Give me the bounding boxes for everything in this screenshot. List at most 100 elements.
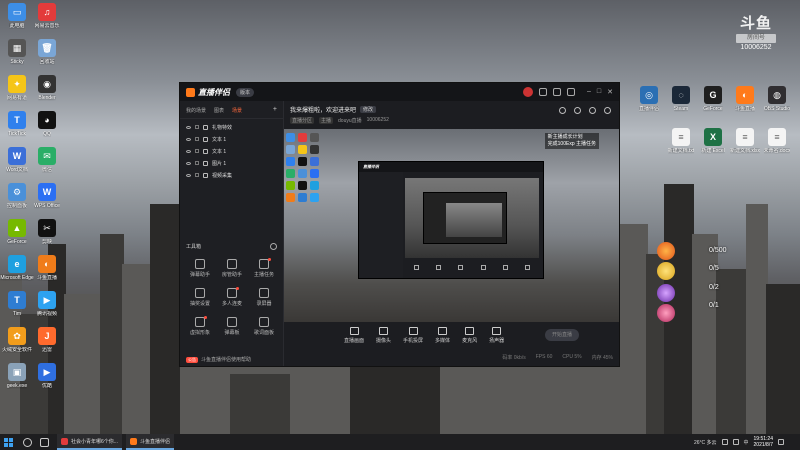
- lock-icon[interactable]: [195, 137, 199, 141]
- share-icon[interactable]: [604, 107, 611, 114]
- start-live-button[interactable]: 开始直播: [545, 329, 579, 341]
- tool-button[interactable]: 弹幕助手: [184, 259, 216, 278]
- desktop-icon[interactable]: W Word文档: [0, 147, 34, 173]
- add-scene-icon[interactable]: +: [273, 106, 277, 114]
- eye-icon[interactable]: [186, 125, 191, 129]
- message-icon[interactable]: [552, 88, 561, 96]
- source-button[interactable]: 扬声器: [489, 326, 504, 344]
- weather[interactable]: 26°C 多云: [694, 439, 717, 446]
- settings-icon[interactable]: [566, 88, 575, 96]
- tab-charts[interactable]: 图表: [214, 107, 224, 114]
- taskbar-app-browser[interactable]: 社会小青年哪6个你...: [57, 434, 122, 450]
- desktop-icon[interactable]: ◕ QQ: [30, 111, 64, 137]
- eye-icon[interactable]: [186, 149, 191, 153]
- scene-item[interactable]: 视频采集: [180, 169, 283, 181]
- gift-icon[interactable]: [559, 107, 566, 114]
- source-button[interactable]: 多媒体: [435, 326, 450, 344]
- volume-icon[interactable]: [732, 439, 739, 445]
- notice-bar[interactable]: 公告 斗鱼直播伴侣使用帮助: [186, 356, 277, 363]
- coin-icon[interactable]: [657, 262, 675, 280]
- lock-icon[interactable]: [195, 125, 199, 129]
- douyu-watermark: 斗鱼 房间号 10006252: [732, 12, 780, 51]
- desktop-icon[interactable]: ◍ OBS Studio: [760, 86, 794, 112]
- desktop-icon[interactable]: ▶ 优酷: [30, 363, 64, 389]
- desktop-icon[interactable]: ◐ 斗鱼直播: [728, 86, 762, 112]
- start-button[interactable]: [4, 437, 13, 447]
- lock-icon[interactable]: [195, 149, 199, 153]
- tool-button[interactable]: 抽奖设置: [184, 288, 216, 307]
- heart-icon[interactable]: [657, 304, 675, 322]
- skin-icon[interactable]: [538, 88, 547, 96]
- tool-button[interactable]: 主播任务: [248, 258, 280, 278]
- source-button[interactable]: 摄像头: [376, 326, 391, 344]
- eye-icon[interactable]: [186, 161, 191, 165]
- desktop-icon[interactable]: ▶ 腾讯视频: [30, 291, 64, 317]
- lock-icon[interactable]: [195, 161, 199, 165]
- fans-icon[interactable]: [589, 107, 596, 114]
- version-pill[interactable]: 版本: [236, 87, 255, 97]
- desktop-icon[interactable]: ✿ 火绒安全软件: [0, 327, 34, 353]
- desktop-icon[interactable]: ≡ 新建文档.txt: [664, 128, 698, 154]
- desktop-icon[interactable]: T Tim: [0, 291, 34, 317]
- desktop-icon-label: 回收站: [39, 59, 55, 65]
- more-icon[interactable]: [270, 243, 277, 250]
- desktop-icon[interactable]: ✂ 剪映: [30, 219, 64, 245]
- source-button[interactable]: 手机投屏: [403, 326, 423, 344]
- desktop-icon[interactable]: ▲ GeForce: [0, 219, 34, 245]
- close-icon[interactable]: ✕: [607, 88, 613, 96]
- clock[interactable]: 19:51:24 2021/8/7: [754, 436, 773, 448]
- desktop-icon[interactable]: ▣ geek.exe: [0, 363, 34, 389]
- task-view-icon[interactable]: [40, 437, 49, 447]
- desktop-icon[interactable]: ▦ Sticky: [0, 39, 34, 65]
- eye-icon[interactable]: [186, 173, 191, 177]
- desktop-icon[interactable]: ≡ 新建文档.xlsx: [728, 128, 762, 154]
- desktop-icon[interactable]: ⚙ 控制面板: [0, 183, 34, 209]
- desktop-icon[interactable]: 🗑 回收站: [30, 39, 64, 65]
- source-button[interactable]: 麦克风: [462, 326, 477, 344]
- tab-my-scenes[interactable]: 我的场景: [186, 107, 206, 114]
- scene-item[interactable]: 文本 1: [180, 145, 283, 157]
- tool-button[interactable]: 房管助手: [216, 259, 248, 278]
- desktop-icon[interactable]: ✉ 微信: [30, 147, 64, 173]
- tool-button[interactable]: 录屏器: [248, 288, 280, 307]
- scene-item[interactable]: 图片 1: [180, 157, 283, 169]
- stream-preview[interactable]: 直播伴侣 新主播成长计划 完成100Exp 主播任务: [284, 129, 619, 322]
- ime-indicator[interactable]: 中: [744, 439, 749, 446]
- desktop-icon[interactable]: T TickTick: [0, 111, 34, 137]
- desktop-icon[interactable]: ◉ Blender: [30, 75, 64, 101]
- tool-button[interactable]: 歌词面板: [248, 317, 280, 336]
- eye-icon[interactable]: [186, 137, 191, 141]
- desktop-icon[interactable]: ✦ 网易有道: [0, 75, 34, 101]
- desktop-icon[interactable]: ◎ 直播伴侣: [632, 86, 666, 112]
- maximize-icon[interactable]: □: [597, 88, 601, 96]
- source-type-icon: [203, 148, 208, 154]
- tab-scenes[interactable]: 场景: [232, 107, 242, 114]
- desktop-icon[interactable]: e Microsoft Edge: [0, 255, 34, 281]
- minimize-icon[interactable]: –: [587, 88, 591, 96]
- desktop-icon[interactable]: ▭ 此电脑: [0, 3, 34, 29]
- tool-button[interactable]: 虚拟形象: [184, 316, 216, 336]
- scene-item[interactable]: 文本 1: [180, 133, 283, 145]
- desktop-icon[interactable]: ◌ Steam: [664, 86, 698, 112]
- edit-title-button[interactable]: 修改: [360, 106, 377, 113]
- task-badge-icon[interactable]: [657, 242, 675, 260]
- lock-icon[interactable]: [195, 173, 199, 177]
- scene-item[interactable]: 礼物特效: [180, 121, 283, 133]
- desktop-icon[interactable]: W WPS Office: [30, 183, 64, 209]
- lock-icon[interactable]: [574, 107, 581, 114]
- desktop-icon[interactable]: X 新建 Excel: [696, 128, 730, 154]
- taskbar-app-companion[interactable]: 斗鱼直播伴侣: [125, 434, 174, 450]
- notification-icon[interactable]: [778, 439, 784, 445]
- desktop-icon[interactable]: ≡ 未命名.docx: [760, 128, 794, 154]
- gem-icon[interactable]: [657, 284, 675, 302]
- desktop-icon[interactable]: ◐ 斗鱼直播: [30, 255, 64, 281]
- desktop-icon[interactable]: G GeForce: [696, 86, 730, 112]
- avatar[interactable]: [522, 87, 533, 97]
- tool-button[interactable]: 弹幕板: [216, 317, 248, 336]
- tool-button[interactable]: 多人连麦: [216, 287, 248, 307]
- desktop-icon[interactable]: J 迅雷: [30, 327, 64, 353]
- source-button[interactable]: 直播画面: [344, 326, 364, 344]
- network-icon[interactable]: [721, 439, 728, 445]
- search-icon[interactable]: [23, 437, 32, 447]
- desktop-icon[interactable]: ♫ 网易云音乐: [30, 3, 64, 29]
